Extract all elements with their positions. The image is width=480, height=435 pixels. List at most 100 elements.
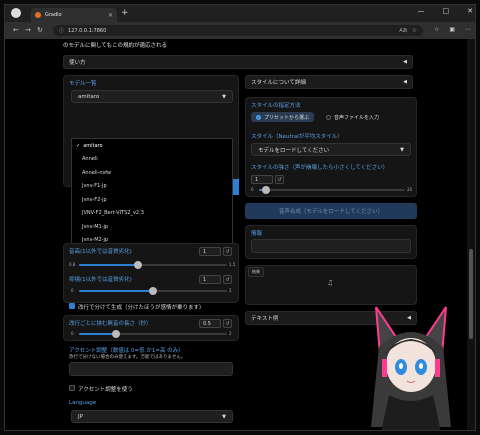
pitch-slider[interactable] [79, 261, 227, 269]
model-option[interactable]: Jvnv-F2-jp [72, 193, 232, 207]
url-field[interactable]: ⓘ 127.0.0.1:7860 Aあ ☆ [53, 25, 423, 36]
style-strength-max: 20 [407, 187, 413, 192]
model-option[interactable]: ✓ amitaro [72, 139, 232, 153]
url-text: 127.0.0.1:7860 [68, 27, 107, 34]
style-select-label: スタイル（Neutralが平均スタイル） [251, 134, 343, 140]
pitch-number-input[interactable]: 1 [199, 247, 221, 256]
model-dropdown[interactable]: amitaro ▼ [71, 90, 233, 103]
accent-note: 改行で分けない場合のみ使えます。万能ではありません。 [69, 355, 186, 360]
read-aloud-icon[interactable]: Aあ [399, 27, 407, 34]
intonation-label: 抑揚(1以外では音質劣化) [69, 277, 132, 283]
chevron-left-icon: ◀ [403, 59, 407, 65]
model-option[interactable]: JVNV-F2_Bert-VITS2_v2.3 [72, 207, 232, 221]
license-note: のモデルに関してもこの規約が適応される [63, 43, 168, 49]
style-strength-slider[interactable] [259, 186, 405, 194]
intonation-max: 2 [229, 288, 232, 293]
silence-number-input[interactable]: 0.5 [199, 319, 221, 328]
model-option[interactable]: Jvnv-F1-jp [72, 180, 232, 194]
silence-reset-icon[interactable]: ↺ [223, 319, 232, 328]
anime-avatar-image [371, 306, 451, 430]
silence-label: 改行ごとに挟む無音の長さ（秒） [69, 321, 152, 327]
new-tab-button[interactable]: + [121, 8, 129, 18]
browser-window: Gradio ✕ + — □ ✕ ← → ↻ ⓘ 127.0.0.1:7860 … [4, 4, 476, 431]
music-note-icon: ♫ [327, 279, 334, 287]
style-radio-audio[interactable]: 音声ファイルを入力 [321, 112, 384, 122]
back-icon[interactable]: ← [13, 26, 19, 34]
style-radio-preset[interactable]: プリセットから選ぶ [251, 112, 315, 122]
intonation-number-input[interactable]: 1 [199, 275, 221, 284]
info-textbox[interactable] [251, 239, 411, 253]
language-dropdown-value: JP [78, 413, 83, 420]
pitch-reset-icon[interactable]: ↺ [223, 247, 232, 256]
result-label: 結果 [248, 267, 264, 277]
reload-icon[interactable]: ↻ [37, 26, 43, 34]
checkmark-icon: ✓ [76, 142, 81, 149]
gradio-favicon-icon [35, 12, 41, 18]
tab-title: Gradio [45, 12, 62, 18]
collections-icon[interactable]: ▣ [449, 26, 455, 33]
silence-min: 0 [71, 331, 74, 336]
generate-button[interactable]: 音声合成（モデルをロードしてください） [245, 203, 417, 219]
style-detail-label: スタイルについて詳細 [251, 80, 306, 86]
style-strength-reset-icon[interactable]: ↺ [275, 175, 284, 184]
gradio-page: のモデルに関してもこの規約が適応される 使い方 ◀ モデル一覧 amitaro … [5, 39, 469, 430]
chevron-down-icon: ▼ [400, 146, 404, 153]
tab-close-icon[interactable]: ✕ [108, 12, 113, 19]
silence-slider[interactable] [79, 330, 227, 338]
language-dropdown[interactable]: JP ▼ [71, 410, 233, 423]
model-option[interactable]: Jvnv-M1-jp [72, 220, 232, 234]
scrollbar-thumb[interactable] [469, 249, 473, 339]
language-label: Language [69, 400, 97, 406]
accent-checkbox-label: アクセント調整を使う [78, 387, 133, 393]
style-strength-min: 0 [251, 187, 254, 192]
usage-accordion-label: 使い方 [69, 60, 86, 66]
usage-accordion[interactable]: 使い方 ◀ [63, 55, 413, 69]
chevron-down-icon: ▼ [222, 93, 226, 100]
pitch-max: 1.5 [229, 262, 236, 267]
intonation-reset-icon[interactable]: ↺ [223, 275, 232, 284]
slider-handle[interactable] [112, 330, 120, 338]
favorite-star-icon[interactable]: ☆ [412, 27, 417, 34]
browser-tab[interactable]: Gradio ✕ [31, 8, 117, 22]
intonation-slider[interactable] [79, 287, 227, 295]
accent-checkbox[interactable] [69, 385, 75, 391]
model-option[interactable]: Anneli [72, 153, 232, 167]
toolbar-icons: ☆ ▣ ⋯ [434, 26, 471, 33]
style-dropdown-value: モデルをロードしてください [258, 147, 330, 154]
minimize-icon[interactable]: — [418, 7, 425, 15]
style-strength-number-input[interactable]: 1 [251, 175, 273, 184]
info-icon[interactable]: ⓘ [59, 27, 64, 34]
style-detail-accordion[interactable]: スタイルについて詳細 ◀ [245, 75, 413, 89]
pitch-min: 0.8 [69, 262, 76, 267]
profile-icon[interactable] [11, 8, 21, 18]
pitch-label: 音高(1以外では音質劣化) [69, 249, 132, 255]
chevron-down-icon: ▼ [222, 413, 226, 420]
style-strength-label: スタイルの強さ（声が崩壊したら小さくしてください） [251, 165, 389, 171]
maximize-icon[interactable]: □ [443, 7, 450, 15]
page-scrollbar[interactable] [467, 39, 475, 430]
line-split-label: 改行で分けて生成（分けたほうが感情が乗ります） [78, 305, 205, 311]
chevron-left-icon: ◀ [403, 79, 407, 85]
window-controls: — □ ✕ [418, 7, 474, 15]
title-bar: Gradio ✕ + — □ ✕ [5, 5, 475, 22]
model-option[interactable]: Anneli-nsfw [72, 166, 232, 180]
model-list-label: モデル一覧 [69, 81, 97, 87]
style-method-label: スタイルの指定方法 [251, 103, 301, 109]
slider-handle[interactable] [149, 287, 157, 295]
intonation-min: 0 [71, 288, 74, 293]
line-split-checkbox[interactable] [69, 303, 75, 309]
accent-textbox[interactable] [69, 362, 233, 376]
model-dropdown-value: amitaro [78, 93, 100, 100]
model-refresh-button[interactable] [233, 179, 239, 195]
favorites-icon[interactable]: ☆ [434, 26, 439, 33]
radio-dot-icon [256, 114, 261, 120]
text-example-label: テキスト例 [251, 316, 279, 322]
close-window-icon[interactable]: ✕ [467, 7, 473, 15]
silence-max: 2 [229, 331, 232, 336]
info-label: 情報 [251, 231, 263, 237]
radio-dot-icon [326, 114, 331, 120]
accent-label: アクセント調整（数値は 0=低 か1=高 のみ） [69, 348, 184, 354]
style-dropdown[interactable]: モデルをロードしてください ▼ [251, 143, 411, 156]
forward-icon[interactable]: → [25, 26, 31, 34]
more-menu-icon[interactable]: ⋯ [465, 26, 471, 33]
